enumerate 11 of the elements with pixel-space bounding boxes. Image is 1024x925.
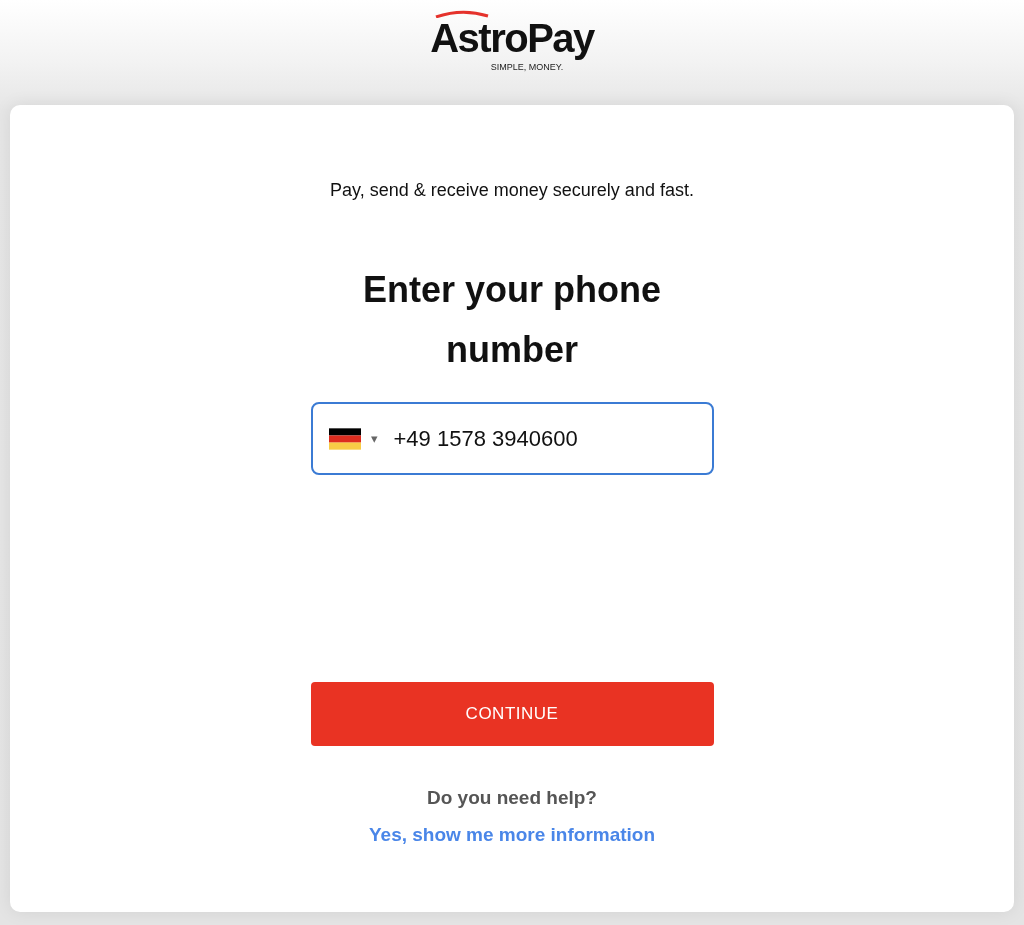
help-link[interactable]: Yes, show me more information (368, 820, 656, 849)
page-title: Enter your phone number (362, 268, 662, 372)
continue-button[interactable]: CONTINUE (310, 682, 714, 746)
logo-swoosh-icon (434, 10, 491, 18)
help-question: Do you need help? (427, 786, 597, 810)
phone-field[interactable]: ▾ +49 1578 3940600 (310, 402, 714, 475)
logo-tagline: SIMPLE, MONEY. (490, 61, 564, 74)
caret-icon[interactable]: ▾ (370, 428, 378, 449)
flag-icon[interactable] (328, 427, 361, 450)
subtitle: Pay, send & receive money securely and fast. (330, 179, 694, 202)
logo-text: AstroPay (430, 18, 594, 58)
